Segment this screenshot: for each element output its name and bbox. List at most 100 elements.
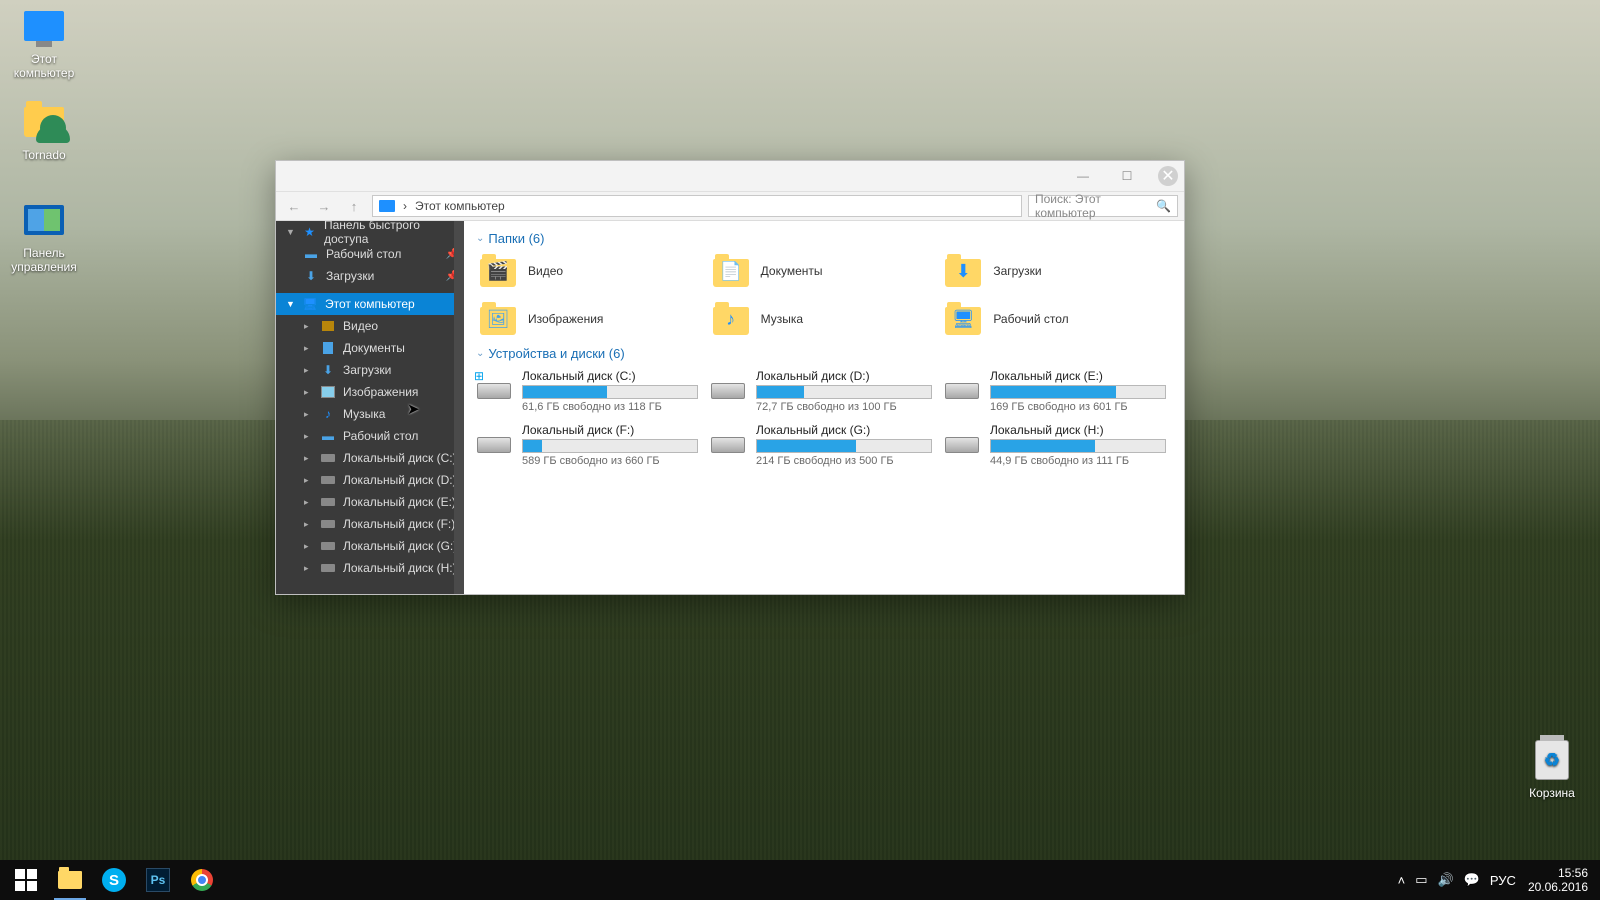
sidebar-item-desktop[interactable]: ▬Рабочий стол📌 bbox=[276, 243, 464, 265]
desktop-icon: 🖥 bbox=[945, 303, 981, 335]
sidebar-item-documents[interactable]: ▸Документы bbox=[276, 337, 464, 359]
drive-item[interactable]: Локальный диск (D:) 72,7 ГБ свободно из … bbox=[710, 369, 940, 413]
tray-volume-icon[interactable]: 🔊 bbox=[1438, 872, 1454, 888]
desktop-icon-label: Tornado bbox=[6, 148, 82, 162]
sidebar-item-desktop[interactable]: ▸▬Рабочий стол bbox=[276, 425, 464, 447]
drive-item[interactable]: Локальный диск (G:) 214 ГБ свободно из 5… bbox=[710, 423, 940, 467]
taskbar-photoshop[interactable]: Ps bbox=[136, 860, 180, 900]
drive-usage-bar bbox=[990, 439, 1166, 453]
desktop-icon-recycle-bin[interactable]: ♻ Корзина bbox=[1514, 738, 1590, 800]
group-header-folders[interactable]: ⌄Папки (6) bbox=[476, 225, 1174, 250]
titlebar[interactable]: — ☐ ✕ bbox=[276, 161, 1184, 191]
drive-usage-bar bbox=[522, 385, 698, 399]
sidebar-item-drive-d[interactable]: ▸Локальный диск (D:) bbox=[276, 469, 464, 491]
download-icon: ⬇ bbox=[304, 269, 318, 283]
folder-documents[interactable]: 📄Документы bbox=[709, 250, 942, 292]
drive-free-text: 214 ГБ свободно из 500 ГБ bbox=[756, 455, 932, 467]
nav-back-button[interactable]: ← bbox=[282, 194, 306, 218]
sidebar-item-video[interactable]: ▸Видео bbox=[276, 315, 464, 337]
drive-icon bbox=[944, 423, 980, 453]
start-button[interactable] bbox=[4, 860, 48, 900]
drive-name: Локальный диск (C:) bbox=[522, 369, 698, 383]
maximize-button[interactable]: ☐ bbox=[1114, 166, 1140, 186]
control-panel-icon bbox=[24, 205, 64, 235]
monitor-icon bbox=[24, 11, 64, 41]
minimize-button[interactable]: — bbox=[1070, 166, 1096, 186]
desktop-icon-label: Этот компьютер bbox=[6, 52, 82, 80]
sidebar-item-drive-e[interactable]: ▸Локальный диск (E:) bbox=[276, 491, 464, 513]
taskbar-skype[interactable]: S bbox=[92, 860, 136, 900]
sidebar-item-drive-c[interactable]: ▸Локальный диск (C:) bbox=[276, 447, 464, 469]
desktop-icon-this-pc[interactable]: Этот компьютер bbox=[6, 4, 82, 80]
system-tray: ˄ ▭ 🔊 💬 РУС 15:56 20.06.2016 bbox=[1398, 866, 1596, 895]
drive-icon bbox=[321, 473, 335, 487]
taskbar-explorer[interactable] bbox=[48, 860, 92, 900]
drive-free-text: 44,9 ГБ свободно из 111 ГБ bbox=[990, 455, 1166, 467]
tray-network-icon[interactable]: ▭ bbox=[1415, 872, 1427, 888]
drive-icon bbox=[321, 451, 335, 465]
taskbar-clock[interactable]: 15:56 20.06.2016 bbox=[1528, 866, 1588, 895]
search-placeholder: Поиск: Этот компьютер bbox=[1035, 192, 1156, 220]
search-box[interactable]: Поиск: Этот компьютер 🔍 bbox=[1028, 195, 1178, 217]
drive-icon bbox=[476, 423, 512, 453]
drive-free-text: 589 ГБ свободно из 660 ГБ bbox=[522, 455, 698, 467]
desktop-icon-label: Корзина bbox=[1514, 786, 1590, 800]
drive-icon bbox=[321, 561, 335, 575]
drive-item[interactable]: ⊞ Локальный диск (C:) 61,6 ГБ свободно и… bbox=[476, 369, 706, 413]
film-icon: 🎬 bbox=[480, 255, 516, 287]
chrome-icon bbox=[191, 869, 213, 891]
download-icon: ⬇ bbox=[321, 363, 335, 377]
drive-name: Локальный диск (G:) bbox=[756, 423, 932, 437]
folder-video[interactable]: 🎬Видео bbox=[476, 250, 709, 292]
drive-free-text: 169 ГБ свободно из 601 ГБ bbox=[990, 401, 1166, 413]
desktop-icon-control-panel[interactable]: Панель управления bbox=[6, 198, 82, 274]
sidebar-this-pc[interactable]: ▼🖥Этот компьютер bbox=[276, 293, 464, 315]
tray-language[interactable]: РУС bbox=[1490, 873, 1516, 888]
drive-icon bbox=[321, 517, 335, 531]
drive-item[interactable]: Локальный диск (F:) 589 ГБ свободно из 6… bbox=[476, 423, 706, 467]
nav-forward-button[interactable]: → bbox=[312, 194, 336, 218]
drive-item[interactable]: Локальный диск (E:) 169 ГБ свободно из 6… bbox=[944, 369, 1174, 413]
folder-downloads[interactable]: ⬇Загрузки bbox=[941, 250, 1174, 292]
folder-icon bbox=[24, 107, 64, 137]
folder-desktop[interactable]: 🖥Рабочий стол bbox=[941, 298, 1174, 340]
drive-usage-bar bbox=[522, 439, 698, 453]
sidebar-item-music[interactable]: ▸♪Музыка bbox=[276, 403, 464, 425]
sidebar-item-drive-h[interactable]: ▸Локальный диск (H:) bbox=[276, 557, 464, 579]
sidebar-item-downloads[interactable]: ⬇Загрузки📌 bbox=[276, 265, 464, 287]
drive-name: Локальный диск (F:) bbox=[522, 423, 698, 437]
address-bar[interactable]: › Этот компьютер bbox=[372, 195, 1022, 217]
close-button[interactable]: ✕ bbox=[1158, 166, 1178, 186]
drive-item[interactable]: Локальный диск (H:) 44,9 ГБ свободно из … bbox=[944, 423, 1174, 467]
download-icon: ⬇ bbox=[945, 255, 981, 287]
desktop-icon: ▬ bbox=[321, 429, 335, 443]
sidebar-item-drive-f[interactable]: ▸Локальный диск (F:) bbox=[276, 513, 464, 535]
sidebar-scrollbar[interactable] bbox=[454, 221, 464, 594]
nav-up-button[interactable]: ↑ bbox=[342, 194, 366, 218]
drive-free-text: 72,7 ГБ свободно из 100 ГБ bbox=[756, 401, 932, 413]
sidebar-item-drive-g[interactable]: ▸Локальный диск (G:) bbox=[276, 535, 464, 557]
pictures-icon bbox=[321, 385, 335, 399]
music-icon: ♪ bbox=[713, 303, 749, 335]
drive-icon bbox=[710, 369, 746, 399]
drive-icon bbox=[944, 369, 980, 399]
drive-usage-bar bbox=[990, 385, 1166, 399]
folder-pictures[interactable]: 🖼Изображения bbox=[476, 298, 709, 340]
folder-music[interactable]: ♪Музыка bbox=[709, 298, 942, 340]
clock-date: 20.06.2016 bbox=[1528, 880, 1588, 894]
group-header-drives[interactable]: ⌄Устройства и диски (6) bbox=[476, 340, 1174, 365]
sidebar-item-pictures[interactable]: ▸Изображения bbox=[276, 381, 464, 403]
tray-notifications-icon[interactable]: 💬 bbox=[1464, 872, 1480, 888]
skype-icon: S bbox=[102, 868, 126, 892]
pc-icon bbox=[379, 200, 395, 212]
desktop-icon-tornado[interactable]: Tornado bbox=[6, 100, 82, 162]
drive-icon bbox=[321, 495, 335, 509]
drive-usage-bar bbox=[756, 385, 932, 399]
sidebar-item-downloads[interactable]: ▸⬇Загрузки bbox=[276, 359, 464, 381]
taskbar-chrome[interactable] bbox=[180, 860, 224, 900]
drive-name: Локальный диск (D:) bbox=[756, 369, 932, 383]
tray-chevron-icon[interactable]: ˄ bbox=[1398, 873, 1406, 888]
sidebar-quick-access[interactable]: ▼★Панель быстрого доступа bbox=[276, 221, 464, 243]
drive-icon bbox=[710, 423, 746, 453]
star-icon: ★ bbox=[303, 225, 316, 239]
